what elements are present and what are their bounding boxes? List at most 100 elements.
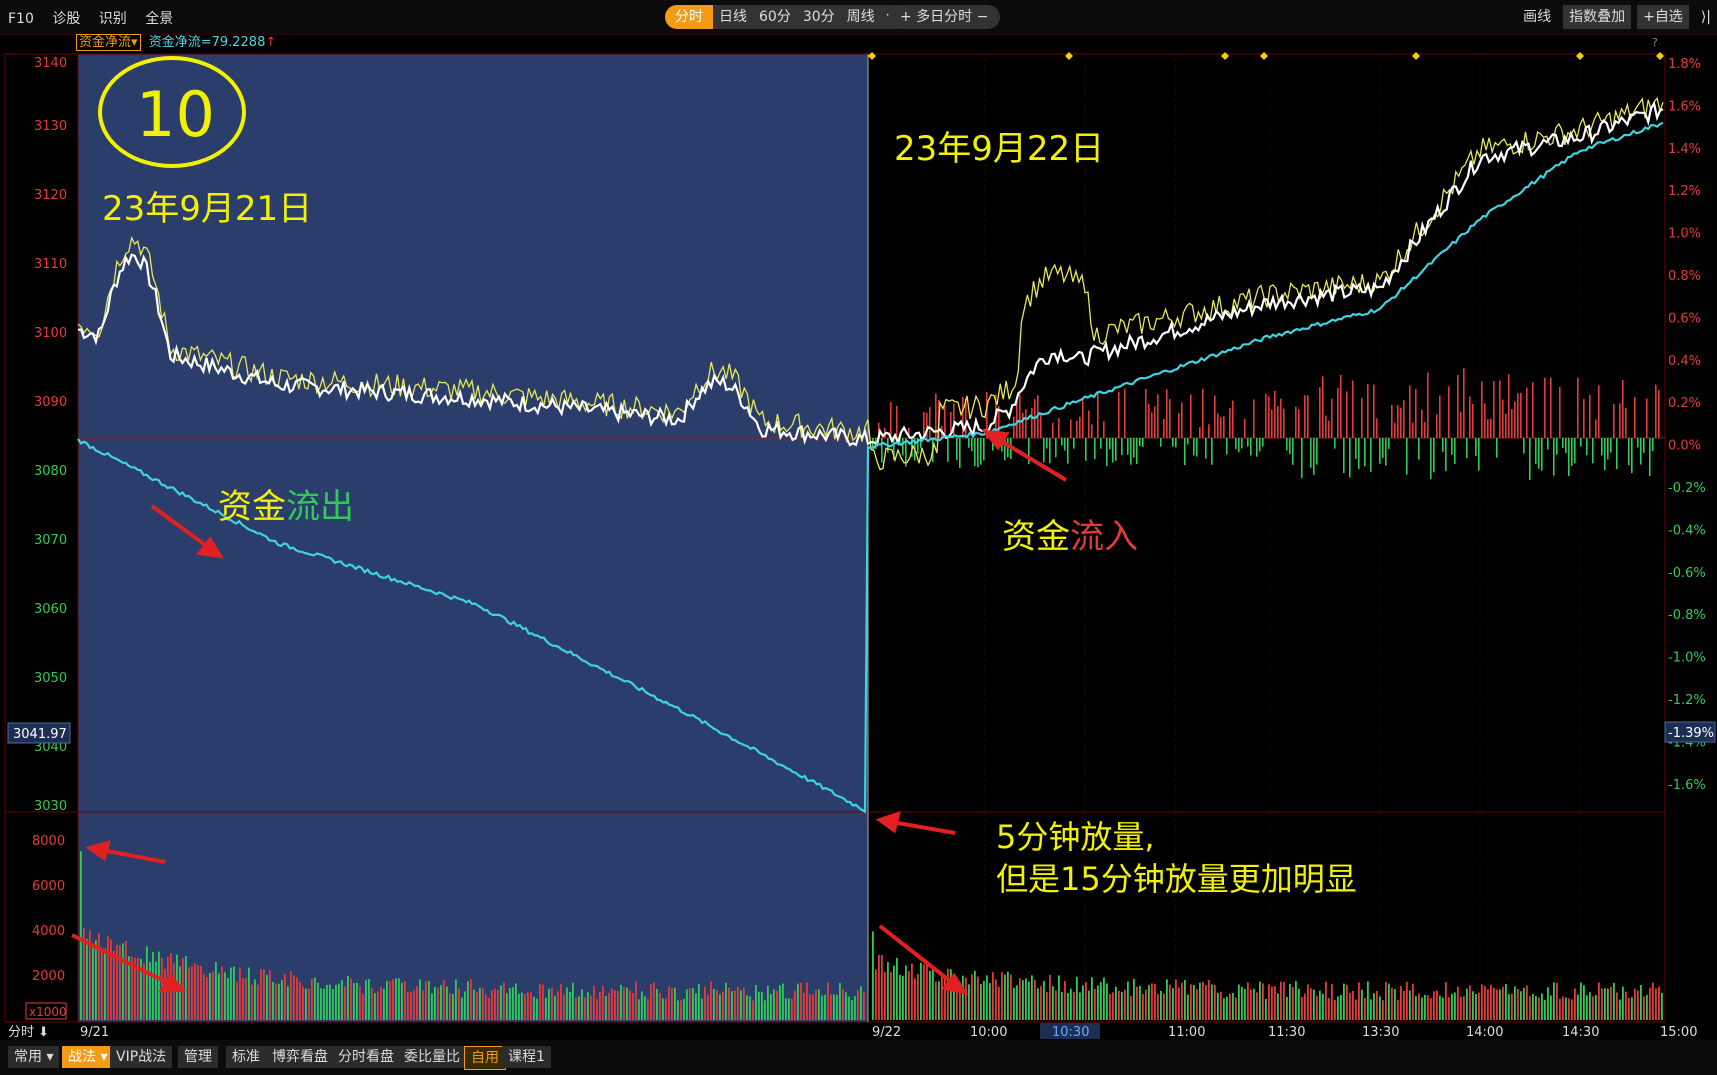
time-mode-label[interactable]: 分时 ⬇ [8,1025,49,1040]
volume-bar [686,989,688,1020]
flow-bar [1178,413,1180,438]
volume-bar [1574,988,1576,1020]
tab-standard[interactable]: 标准 [226,1046,266,1068]
volume-bar [1247,982,1249,1020]
volume-bar [1058,975,1060,1020]
volume-bar [482,988,484,1020]
volume-bar [764,1000,766,1020]
volume-bar [1049,975,1051,1020]
volume-bar [215,962,217,1020]
tab-bid-ratio[interactable]: 委比量比 [398,1046,466,1068]
time-tick: 9/21 [80,1025,109,1040]
flow-bar [1379,438,1381,464]
flow-bar [1385,438,1387,466]
volume-bar [1139,986,1141,1020]
volume-bar [1088,991,1090,1020]
volume-bar [785,998,787,1020]
flow-bar [1442,438,1444,452]
volume-bar [680,1000,682,1020]
tab-common[interactable]: 常用 ▾ [8,1046,59,1068]
minus-icon[interactable]: − [977,9,989,25]
index-overlay-button[interactable]: 指数叠加 [1563,5,1631,29]
flow-bar [1439,395,1441,438]
tab-daily[interactable]: 日线 [713,5,753,29]
volume-bar [104,949,106,1020]
flow-bar [1565,438,1567,453]
volume-bar [737,987,739,1020]
tab-intraday-view[interactable]: 分时看盘 [332,1046,400,1068]
inflow-label-b: 流入 [1070,517,1138,557]
tab-game-view[interactable]: 博弈看盘 [266,1046,334,1068]
right-tick: 1.2% [1668,184,1701,199]
flow-bar [1145,389,1147,438]
tab-60min[interactable]: 60分 [753,5,797,29]
flow-bar [929,407,931,438]
flow-bar [1304,395,1306,438]
plus-icon[interactable]: + [900,9,912,25]
volume-bar [674,988,676,1020]
flow-bar [1313,438,1315,475]
flow-bar [1478,438,1480,471]
tab-weekly[interactable]: 周线 [841,5,881,29]
volume-bar [290,971,292,1020]
flow-bar [1475,438,1477,456]
watchlist-button[interactable]: +自选 [1637,5,1689,29]
flow-bar [1610,438,1612,453]
volume-bar [557,992,559,1020]
identify-button[interactable]: 识别 [99,11,127,27]
flow-bar [1295,407,1297,438]
volume-bar [308,988,310,1020]
volume-bar [1331,984,1333,1020]
volume-bar [272,982,274,1020]
volume-bar [677,1000,679,1020]
volume-bar [587,992,589,1020]
tab-manage[interactable]: 管理 [178,1046,218,1068]
tab-tactics[interactable]: 战法 ▾ [62,1046,113,1068]
flow-bar [1583,399,1585,438]
left-tick: 3130 [34,119,67,134]
help-icon[interactable]: ? [1652,36,1658,49]
volume-bar [1565,998,1567,1020]
volume-bar [974,971,976,1020]
collapse-icon[interactable]: ⟩| [1695,5,1717,29]
panorama-button[interactable]: 全景 [145,11,173,27]
tab-vip-tactics[interactable]: VIP战法 [110,1046,172,1068]
tab-custom[interactable]: 自用 [464,1046,506,1070]
volume-bar [1595,995,1597,1020]
volume-bar [263,969,265,1020]
flow-bar [1244,419,1246,438]
flow-bar [1499,381,1501,438]
flow-bar [1625,408,1627,438]
volume-bar [1370,999,1372,1020]
volume-bar [437,988,439,1020]
volume-bar [902,976,904,1020]
tab-30min[interactable]: 30分 [797,5,841,29]
tab-intraday[interactable]: 分时 [665,5,713,29]
date-label-day2: 23年9月22日 [894,129,1104,169]
vol-tick: 4000 [32,924,65,939]
volume-bar [1079,993,1081,1020]
flow-bar [1226,438,1228,455]
volume-bar [371,988,373,1020]
volume-bar [872,931,874,1020]
volume-bar [515,983,517,1020]
volume-bar [479,988,481,1020]
flow-bar [1535,438,1537,464]
intraday-chart[interactable]: 3140 3130 3120 3110 3100 3090 3080 3070 … [0,34,1717,1040]
flow-bar [1397,405,1399,438]
diagnose-button[interactable]: 诊股 [52,11,80,27]
flow-bar [1322,376,1324,438]
volume-bar [1625,992,1627,1020]
draw-line-button[interactable]: 画线 [1517,5,1557,29]
volume-bar [911,963,913,1020]
volume-bar [698,984,700,1020]
multi-day-control[interactable]: + 多日分时 − [888,5,1000,29]
flow-bar [1364,438,1366,466]
tab-course[interactable]: 课程1 [502,1046,551,1068]
volume-bar [1055,990,1057,1020]
volume-bar [1127,982,1129,1020]
volume-bar [1031,975,1033,1020]
volume-bar [692,988,694,1020]
volume-bar [1280,982,1282,1020]
f10-button[interactable]: F10 [8,11,34,27]
